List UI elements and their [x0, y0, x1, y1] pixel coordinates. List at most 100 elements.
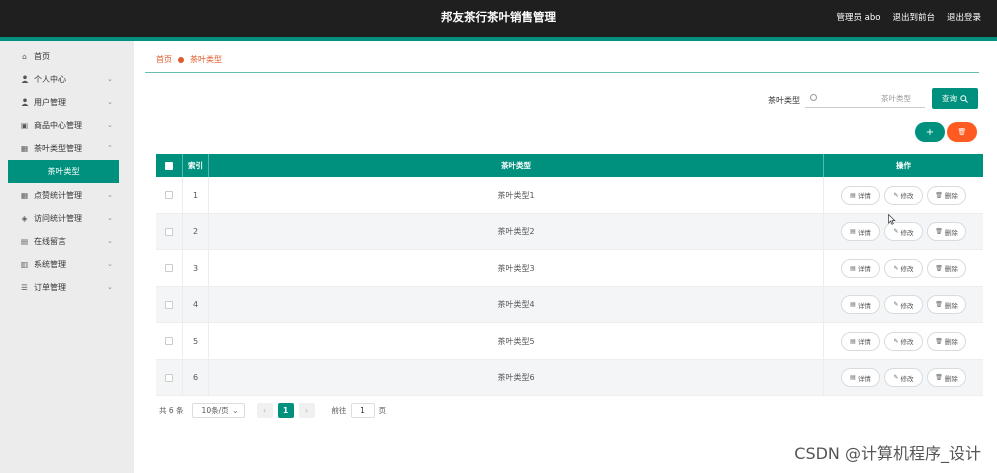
edit-button[interactable]: ✎ 修改 — [884, 258, 923, 278]
batch-delete-button[interactable]: 🗑 — [947, 122, 977, 142]
breadcrumb-divider — [145, 72, 979, 73]
search-input[interactable] — [805, 89, 925, 108]
delete-label: 删除 — [944, 192, 958, 201]
edit-button[interactable]: ✎ 修改 — [884, 331, 923, 351]
chevron-down-icon: ⌄ — [107, 98, 113, 106]
edit-button[interactable]: ✎ 修改 — [884, 368, 923, 388]
table-row: 5 茶叶类型5 ▤ 详情 ✎ 修改 🗑 删除 — [156, 323, 983, 360]
row-checkbox[interactable] — [165, 337, 173, 346]
row-checkbox[interactable] — [165, 373, 173, 382]
sidebar-item-personal-center[interactable]: 个人中心 ⌄ — [0, 68, 134, 90]
message-icon: ▤ — [20, 236, 29, 246]
row-checkbox[interactable] — [165, 191, 173, 200]
row-index: 4 — [183, 286, 209, 323]
mouse-cursor-icon — [888, 214, 896, 225]
detail-button[interactable]: ▤ 详情 — [841, 222, 880, 242]
add-button[interactable]: + — [915, 122, 945, 142]
row-checkbox[interactable] — [165, 300, 173, 309]
grid-icon: ▦ — [20, 190, 29, 200]
sidebar-item-order-management[interactable]: ☰ 订单管理 ⌄ — [0, 276, 134, 298]
row-checkbox[interactable] — [165, 227, 173, 236]
sidebar-item-label: 商品中心管理 — [34, 120, 82, 130]
sidebar-item-label: 点赞统计管理 — [34, 190, 82, 200]
goto-page-input[interactable] — [350, 403, 375, 418]
edit-label: 修改 — [900, 265, 914, 274]
row-index: 2 — [183, 213, 209, 250]
settings-icon: ▥ — [20, 259, 29, 269]
detail-button[interactable]: ▤ 详情 — [841, 295, 880, 315]
row-tea-type: 茶叶类型2 — [209, 213, 824, 250]
top-bar: 邦友茶行茶叶销售管理 管理员 abo 退出到前台 退出登录 — [0, 0, 997, 37]
trash-icon: 🗑 — [935, 337, 943, 345]
page-size-select[interactable]: 10条/页 ⌄ — [191, 403, 245, 418]
detail-label: 详情 — [857, 374, 871, 383]
delete-button[interactable]: 🗑 删除 — [927, 222, 966, 242]
page-size-value: 10条/页 — [201, 406, 229, 415]
detail-button[interactable]: ▤ 详情 — [841, 331, 880, 351]
chevron-down-icon: ⌄ — [107, 260, 113, 268]
edit-button[interactable]: ✎ 修改 — [884, 222, 923, 242]
prev-page-button[interactable]: ‹ — [256, 403, 273, 418]
query-label: 查询 — [942, 94, 957, 103]
select-all-checkbox[interactable] — [165, 161, 173, 170]
back-to-front-link[interactable]: 退出到前台 — [892, 11, 935, 23]
user-icon — [20, 98, 29, 107]
row-checkbox-cell — [156, 177, 183, 214]
delete-button[interactable]: 🗑 删除 — [927, 258, 966, 278]
delete-button[interactable]: 🗑 删除 — [927, 295, 966, 315]
trash-icon: 🗑 — [935, 191, 943, 199]
sidebar-item-online-message[interactable]: ▤ 在线留言 ⌄ — [0, 230, 134, 252]
chevron-down-icon: ⌄ — [107, 75, 113, 83]
sidebar-item-home[interactable]: ⌂ 首页 — [0, 45, 134, 67]
edit-button[interactable]: ✎ 修改 — [884, 295, 923, 315]
delete-label: 删除 — [944, 301, 958, 310]
pagination: 共 6 条 10条/页 ⌄ ‹ 1 › 前往 页 — [159, 403, 386, 418]
edit-button[interactable]: ✎ 修改 — [884, 185, 923, 205]
sidebar-item-product-center[interactable]: ▣ 商品中心管理 ⌄ — [0, 114, 134, 136]
detail-label: 详情 — [857, 338, 871, 347]
sidebar-item-tea-type-management[interactable]: ▦ 茶叶类型管理 ⌃ — [0, 137, 134, 159]
row-operations: ▤ 详情 ✎ 修改 🗑 删除 — [824, 360, 983, 397]
delete-label: 删除 — [944, 338, 958, 347]
document-icon: ▤ — [850, 228, 856, 236]
delete-button[interactable]: 🗑 删除 — [927, 331, 966, 351]
detail-button[interactable]: ▤ 详情 — [841, 258, 880, 278]
sidebar-item-visit-stats[interactable]: ◈ 访问统计管理 ⌄ — [0, 207, 134, 229]
header-name: 茶叶类型 — [209, 154, 824, 177]
row-checkbox[interactable] — [165, 264, 173, 273]
header-checkbox-cell — [156, 154, 183, 177]
watermark: CSDN @计算机程序_设计 — [794, 444, 981, 463]
sidebar-item-label: 访问统计管理 — [34, 213, 82, 223]
sidebar-item-system-management[interactable]: ▥ 系统管理 ⌄ — [0, 253, 134, 275]
detail-button[interactable]: ▤ 详情 — [841, 185, 880, 205]
edit-icon: ✎ — [893, 264, 899, 272]
user-icon — [20, 75, 29, 84]
sidebar-item-like-stats[interactable]: ▦ 点赞统计管理 ⌄ — [0, 184, 134, 206]
row-operations: ▤ 详情 ✎ 修改 🗑 删除 — [824, 214, 983, 251]
row-checkbox-cell — [156, 286, 183, 323]
query-button[interactable]: 查询 — [932, 88, 978, 109]
grid-icon: ▦ — [20, 143, 29, 153]
row-operations: ▤ 详情 ✎ 修改 🗑 删除 — [824, 287, 983, 324]
row-checkbox-cell — [156, 323, 183, 360]
logout-link[interactable]: 退出登录 — [947, 11, 981, 23]
document-icon: ▤ — [850, 191, 856, 199]
search-label: 茶叶类型 — [768, 96, 800, 105]
chevron-down-icon: ⌄ — [107, 214, 113, 222]
detail-button[interactable]: ▤ 详情 — [841, 368, 880, 388]
delete-label: 删除 — [944, 228, 958, 237]
delete-button[interactable]: 🗑 删除 — [927, 185, 966, 205]
page-number-current[interactable]: 1 — [277, 403, 294, 418]
sidebar-subitem-tea-type[interactable]: 茶叶类型 — [8, 160, 119, 183]
page-suffix: 页 — [378, 406, 387, 415]
total-count: 共 6 条 — [159, 406, 184, 415]
top-accent-line — [0, 37, 997, 41]
next-page-button[interactable]: › — [298, 403, 315, 418]
breadcrumb-home[interactable]: 首页 — [156, 54, 172, 65]
delete-button[interactable]: 🗑 删除 — [927, 368, 966, 388]
detail-label: 详情 — [857, 228, 871, 237]
row-operations: ▤ 详情 ✎ 修改 🗑 删除 — [824, 323, 983, 360]
sidebar-item-user-management[interactable]: 用户管理 ⌄ — [0, 91, 134, 113]
detail-label: 详情 — [857, 301, 871, 310]
chevron-down-icon: ⌄ — [107, 121, 113, 129]
